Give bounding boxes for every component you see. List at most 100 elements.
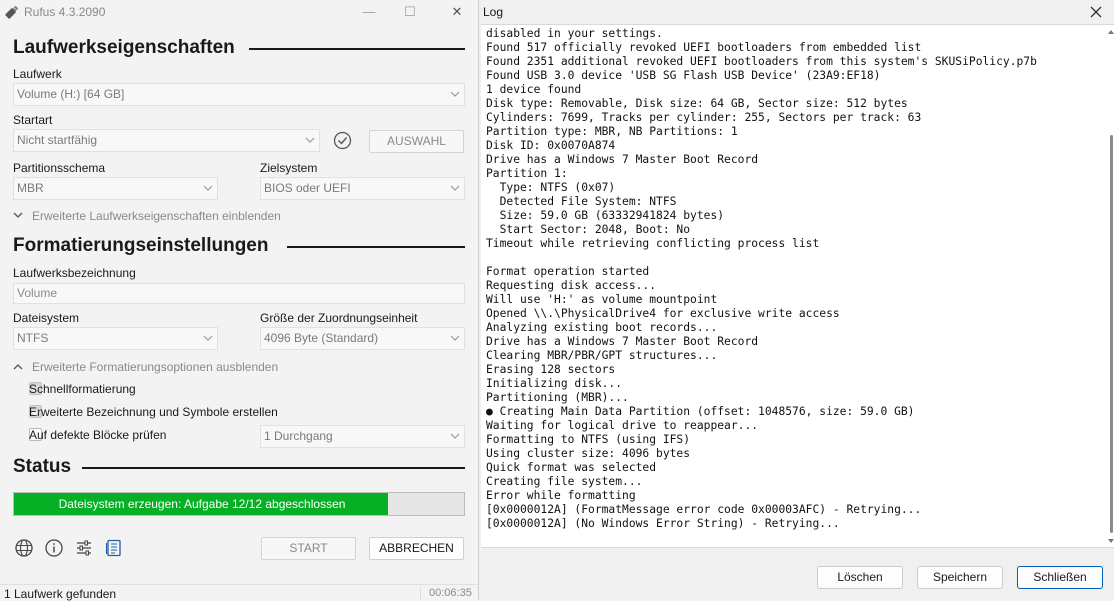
advanced-format-options-toggle[interactable]: Erweiterte Formatierungsoptionen ausblen…: [13, 360, 313, 376]
log-line: Disk type: Removable, Disk size: 64 GB, …: [486, 97, 908, 110]
chevron-down-icon: [13, 212, 23, 218]
section-divider: [287, 246, 465, 248]
cluster-size-label: Größe der Zuordnungseinheit: [260, 311, 418, 325]
scroll-thumb[interactable]: [1110, 135, 1113, 533]
section-status-heading: Status: [13, 456, 72, 477]
log-line: Partition 1:: [486, 167, 568, 180]
progress-status-text: Dateisystem erzeugen: Aufgabe 12/12 abge…: [58, 497, 346, 511]
log-window-title: Log: [483, 5, 504, 19]
cluster-size-select[interactable]: 4096 Byte (Standard): [260, 327, 465, 350]
boot-selection-select[interactable]: Nicht startfähig: [13, 129, 320, 152]
partition-scheme-value: MBR: [17, 181, 44, 195]
log-text: disabled in your settings. Found 517 offi…: [486, 27, 1098, 531]
boot-selection-label: Startart: [13, 113, 53, 127]
window-title: Rufus 4.3.2090: [24, 5, 106, 19]
filesystem-label: Dateisystem: [13, 311, 80, 325]
log-line: Analyzing existing boot records...: [486, 321, 718, 334]
quick-format-checkbox[interactable]: Schnellformatierung: [13, 382, 213, 398]
log-line: Waiting for logical drive to reappear...: [486, 419, 759, 432]
log-line: Creating file system...: [486, 475, 643, 488]
extended-label-label: Erweiterte Bezeichnung und Symbole erste…: [29, 405, 278, 419]
log-line: Start Sector: 2048, Boot: No: [486, 223, 691, 236]
quick-format-label: Schnellformatierung: [29, 382, 136, 396]
bad-blocks-passes-value: 1 Durchgang: [264, 429, 333, 443]
cancel-button[interactable]: ABBRECHEN: [369, 537, 464, 560]
advanced-drive-properties-label: Erweiterte Laufwerkseigenschaften einble…: [32, 209, 281, 223]
log-line: Formatting to NTFS (using IFS): [486, 433, 691, 446]
log-line: Drive has a Windows 7 Master Boot Record: [486, 153, 759, 166]
bad-blocks-passes-select[interactable]: 1 Durchgang: [260, 425, 465, 448]
log-line: Drive has a Windows 7 Master Boot Record: [486, 335, 759, 348]
usb-drive-icon: [5, 5, 19, 19]
scroll-down-icon[interactable]: [1107, 537, 1114, 545]
log-line: Quick format was selected: [486, 461, 657, 474]
scroll-up-icon[interactable]: [1107, 28, 1114, 36]
target-system-label: Zielsystem: [260, 161, 318, 175]
advanced-format-options-label: Erweiterte Formatierungsoptionen ausblen…: [32, 360, 279, 374]
extended-label-checkbox[interactable]: Erweiterte Bezeichnung und Symbole erste…: [13, 405, 293, 421]
close-button[interactable]: ✕: [442, 2, 472, 22]
progress-bar: Dateisystem erzeugen: Aufgabe 12/12 abge…: [13, 492, 465, 516]
log-close-button[interactable]: Schließen: [1017, 566, 1103, 589]
log-line: Detected File System: NTFS: [486, 195, 677, 208]
section-format-options-heading: Formatierungseinstellungen: [13, 235, 269, 256]
start-button[interactable]: START: [261, 537, 356, 560]
section-drive-properties-heading: Laufwerkseigenschaften: [13, 37, 235, 58]
chevron-down-icon: [450, 328, 460, 349]
close-icon[interactable]: [1086, 2, 1106, 22]
chevron-down-icon: [203, 328, 213, 349]
log-clear-button[interactable]: Löschen: [817, 566, 903, 589]
log-line: Disk ID: 0x0070A874: [486, 139, 616, 152]
log-line: Error while formatting: [486, 489, 636, 502]
log-line: Erasing 128 sectors: [486, 363, 616, 376]
target-system-value: BIOS oder UEFI: [264, 181, 351, 195]
maximize-button[interactable]: ☐: [395, 2, 425, 22]
info-icon[interactable]: [44, 538, 64, 558]
bad-blocks-checkbox[interactable]: Auf defekte Blöcke prüfen: [13, 428, 213, 444]
chevron-down-icon: [305, 130, 315, 151]
log-line: Found 517 officially revoked UEFI bootlo…: [486, 41, 922, 54]
partition-scheme-select[interactable]: MBR: [13, 177, 218, 200]
log-line: Found 2351 additional revoked UEFI bootl…: [486, 55, 1037, 68]
section-divider: [82, 467, 465, 469]
checksum-icon[interactable]: [333, 131, 352, 150]
chevron-down-icon: [203, 178, 213, 199]
boot-selection-value: Nicht startfähig: [17, 133, 98, 147]
elapsed-time: 00:06:35: [420, 587, 472, 599]
log-scrollbar[interactable]: [1107, 25, 1114, 547]
devices-found-text: 1 Laufwerk gefunden: [4, 587, 117, 601]
log-line: Opened \\.\PhysicalDrive4 for exclusive …: [486, 307, 840, 320]
log-icon[interactable]: [104, 538, 124, 558]
chevron-down-icon: [450, 84, 460, 105]
chevron-up-icon: [13, 364, 23, 370]
log-line: ● Creating Main Data Partition (offset: …: [486, 405, 915, 418]
log-line: Cylinders: 7699, Tracks per cylinder: 25…: [486, 111, 922, 124]
drive-select-value: Volume (H:) [64 GB]: [17, 87, 125, 101]
volume-label-input[interactable]: Volume: [13, 283, 465, 304]
bad-blocks-label: Auf defekte Blöcke prüfen: [29, 428, 167, 442]
volume-label-label: Laufwerksbezeichnung: [13, 266, 136, 280]
partition-scheme-label: Partitionsschema: [13, 161, 106, 175]
log-line: Initializing disk...: [486, 377, 623, 390]
settings-sliders-icon[interactable]: [74, 538, 94, 558]
log-line: Clearing MBR/PBR/GPT structures...: [486, 349, 718, 362]
log-textarea[interactable]: disabled in your settings. Found 517 offi…: [481, 24, 1114, 548]
minimize-button[interactable]: —: [354, 2, 384, 22]
section-divider: [249, 48, 465, 50]
filesystem-select[interactable]: NTFS: [13, 327, 218, 350]
select-image-button[interactable]: AUSWAHL: [369, 130, 464, 153]
target-system-select[interactable]: BIOS oder UEFI: [260, 177, 465, 200]
status-bar: 1 Laufwerk gefunden 00:06:35: [0, 584, 478, 601]
log-line: Requesting disk access...: [486, 279, 657, 292]
advanced-drive-properties-toggle[interactable]: Erweiterte Laufwerkseigenschaften einble…: [13, 209, 313, 225]
title-bar: Rufus 4.3.2090 — ☐ ✕: [0, 0, 478, 24]
log-line: Partition type: MBR, NB Partitions: 1: [486, 125, 738, 138]
rufus-window: Rufus 4.3.2090 — ☐ ✕ Laufwerkseigenschaf…: [0, 0, 478, 601]
cluster-size-value: 4096 Byte (Standard): [264, 331, 379, 345]
globe-icon[interactable]: [14, 538, 34, 558]
log-line: Format operation started: [486, 265, 650, 278]
drive-select[interactable]: Volume (H:) [64 GB]: [13, 83, 465, 106]
log-save-button[interactable]: Speichern: [917, 566, 1003, 589]
chevron-down-icon: [450, 178, 460, 199]
log-line: Size: 59.0 GB (63332941824 bytes): [486, 209, 725, 222]
